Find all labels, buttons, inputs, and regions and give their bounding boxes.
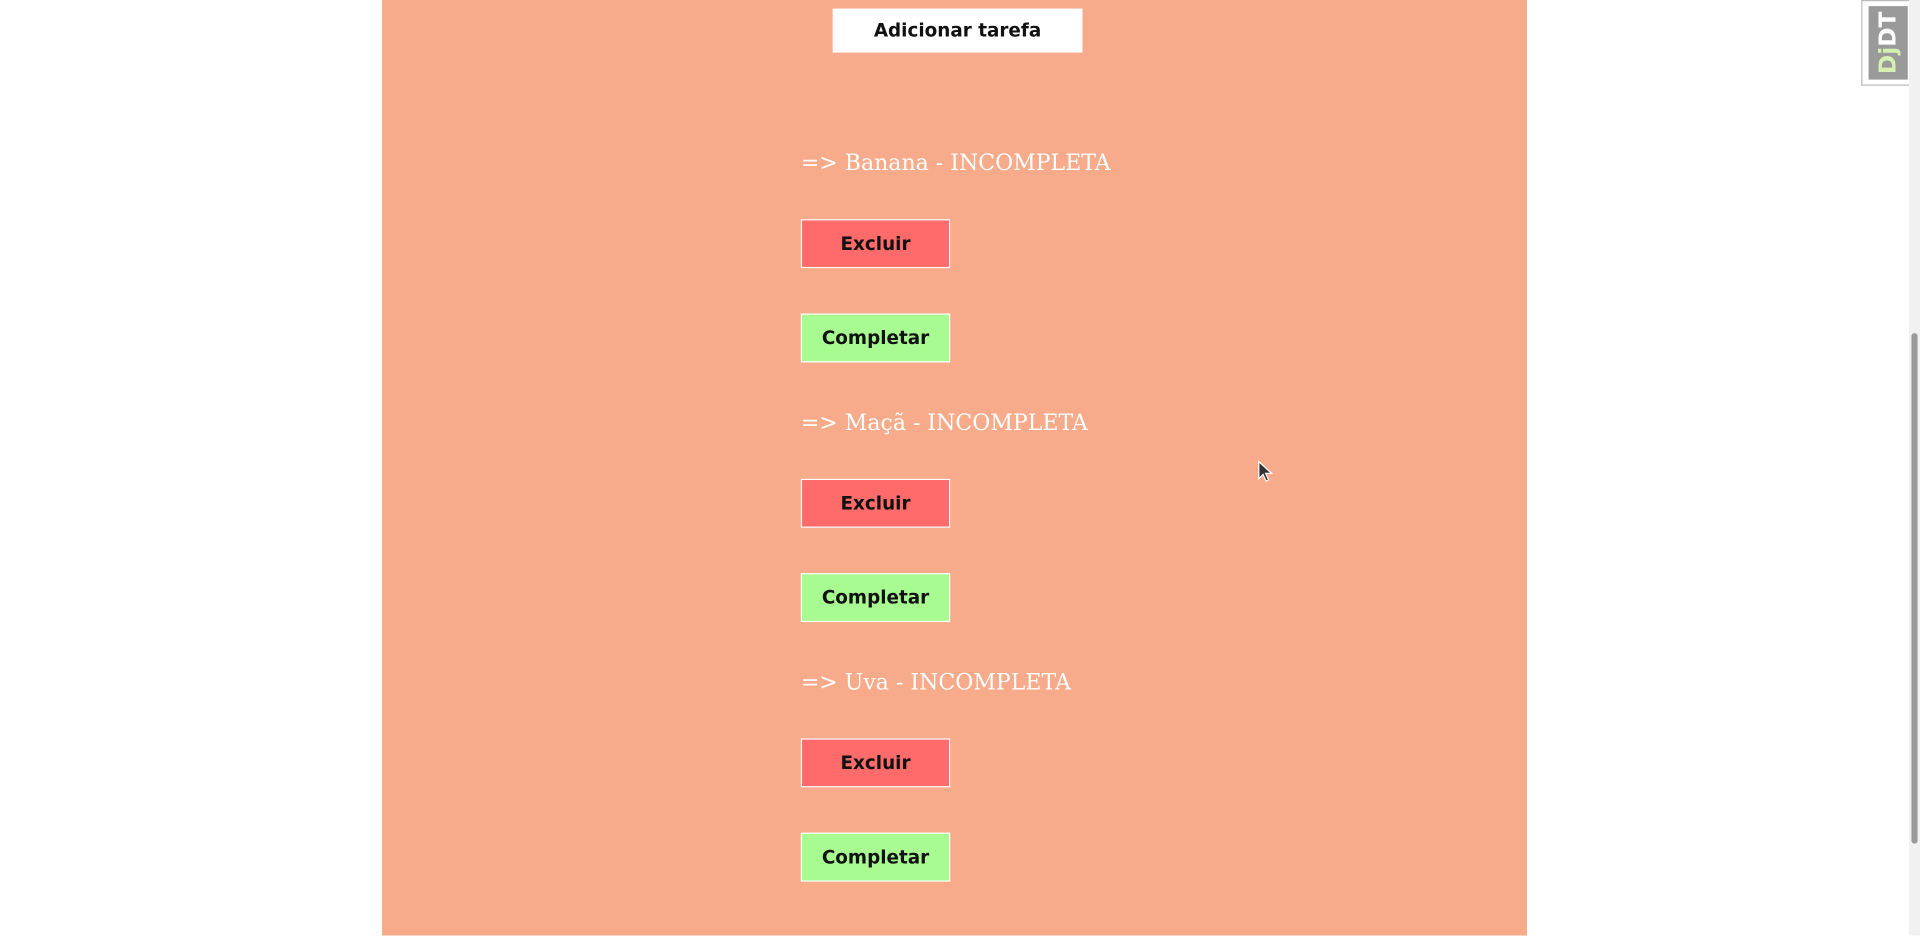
todo-panel: Adicionar tarefa => Banana - INCOMPLETA … bbox=[382, 0, 1527, 936]
delete-task-button[interactable]: Excluir bbox=[800, 738, 951, 788]
debug-toolbar-badge: DjDT bbox=[1868, 6, 1908, 80]
delete-task-button[interactable]: Excluir bbox=[800, 219, 951, 269]
debug-toolbar-handle[interactable]: DjDT bbox=[1861, 0, 1911, 86]
vertical-scrollbar[interactable] bbox=[1908, 0, 1920, 936]
task-title: => Maçã - INCOMPLETA bbox=[800, 410, 1088, 436]
debug-toolbar-label-dt: DT bbox=[1874, 11, 1902, 47]
task-title: => Banana - INCOMPLETA bbox=[800, 150, 1111, 177]
complete-task-button[interactable]: Completar bbox=[800, 832, 951, 882]
page-canvas: Adicionar tarefa => Banana - INCOMPLETA … bbox=[0, 0, 1920, 936]
complete-task-button[interactable]: Completar bbox=[800, 313, 951, 363]
complete-task-button[interactable]: Completar bbox=[800, 573, 951, 623]
debug-toolbar-label: DjDT bbox=[1875, 12, 1902, 74]
task-title: => Uva - INCOMPLETA bbox=[800, 669, 1071, 696]
delete-task-button[interactable]: Excluir bbox=[800, 478, 951, 528]
browser-viewport: Adicionar tarefa => Banana - INCOMPLETA … bbox=[0, 0, 1920, 936]
add-task-button[interactable]: Adicionar tarefa bbox=[832, 8, 1083, 53]
debug-toolbar-label-dj: Dj bbox=[1874, 46, 1902, 75]
scrollbar-thumb[interactable] bbox=[1911, 333, 1918, 844]
mouse-cursor-icon bbox=[1258, 460, 1274, 483]
